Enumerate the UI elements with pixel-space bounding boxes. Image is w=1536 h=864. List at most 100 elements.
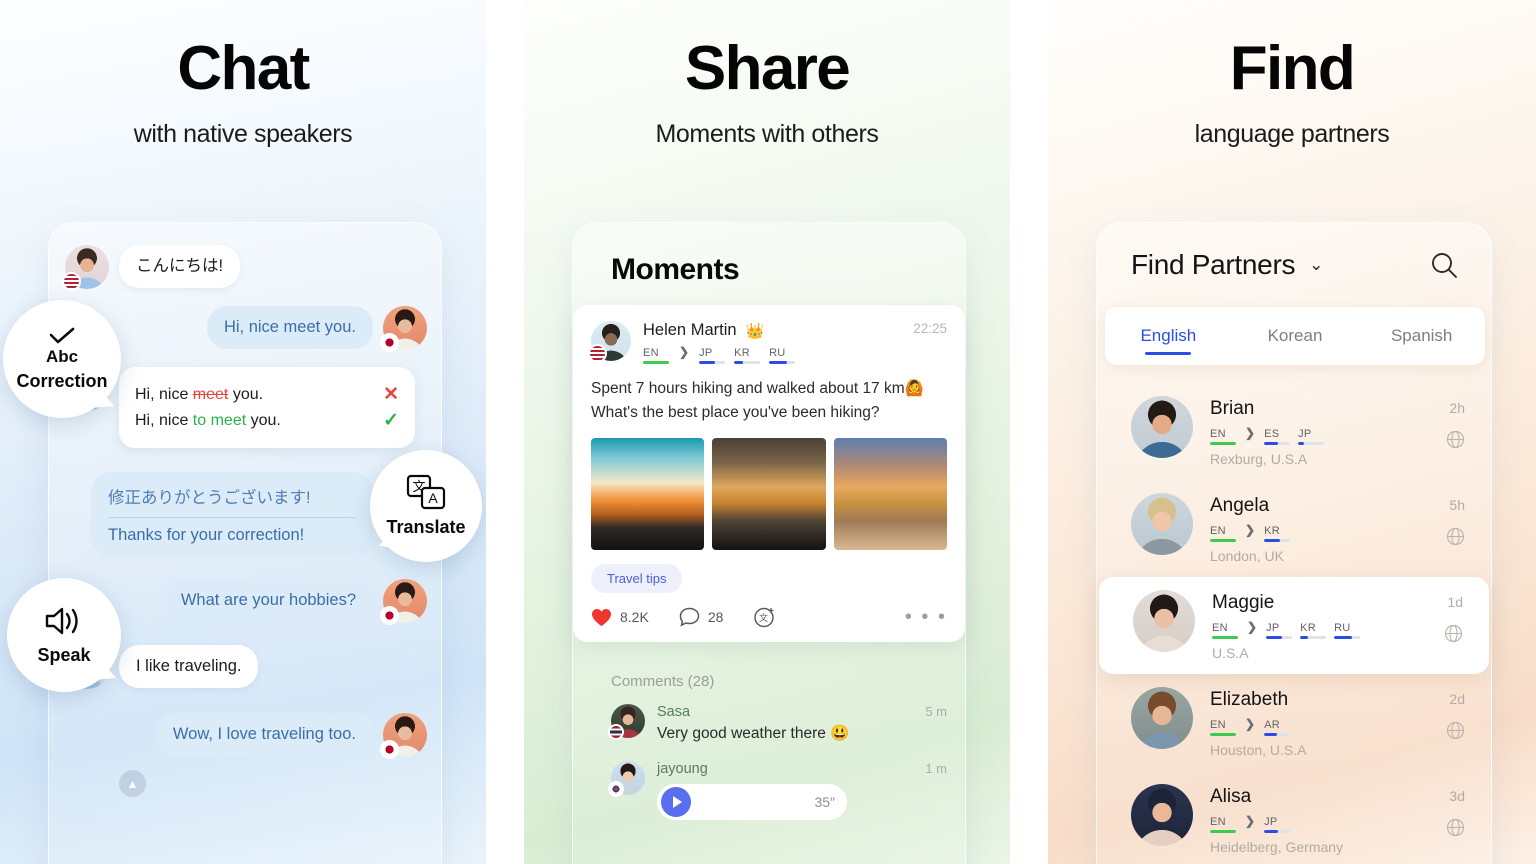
feature-badge-speak[interactable]: Speak: [7, 578, 121, 692]
avatar[interactable]: [588, 321, 631, 363]
chat-header: Chat with native speakers: [0, 0, 486, 149]
avatar[interactable]: [1131, 687, 1193, 749]
partner-row[interactable]: Alisa EN ❯ JP Heidelberg, Germany 3d: [1097, 771, 1491, 864]
avatar[interactable]: [380, 713, 427, 759]
comment-body: Sasa Very good weather there 😃: [657, 704, 925, 743]
learning-language: JP: [699, 346, 726, 364]
avatar[interactable]: [380, 579, 427, 625]
comment-count: 28: [707, 609, 724, 626]
chat-message-row: I like traveling.: [62, 645, 427, 691]
chat-bubble[interactable]: こんにちは!: [119, 245, 241, 288]
comment-item: Sasa Very good weather there 😃 5 m: [577, 704, 961, 743]
heart-icon: [592, 608, 611, 626]
avatar[interactable]: [608, 704, 645, 740]
avatar[interactable]: [1133, 590, 1195, 652]
find-title: Find: [1229, 34, 1356, 103]
level-bar: [1264, 732, 1291, 736]
avatar[interactable]: [1131, 784, 1193, 846]
level-bar: [1210, 538, 1236, 542]
language-code: RU: [769, 346, 786, 359]
feature-badge-translate[interactable]: 文 A Translate: [370, 450, 482, 562]
chevron-down-icon[interactable]: ⌄: [1309, 255, 1323, 275]
avatar[interactable]: [608, 761, 645, 797]
level-bar: [1210, 732, 1236, 736]
partner-row[interactable]: Elizabeth EN ❯ AR Houston, U.S.A 2d: [1097, 674, 1491, 771]
screenshot-root: Chat with native speakers こんにちは! Hi, nic…: [0, 0, 1536, 864]
share-title: Share: [684, 34, 851, 103]
globe-icon[interactable]: [1446, 430, 1465, 449]
chat-bubble[interactable]: Wow, I love traveling too.: [155, 713, 373, 756]
post-actions: 8.2K 28 文 • • •: [591, 606, 947, 628]
correction-wrong-word: meet: [192, 385, 229, 403]
post-tag[interactable]: Travel tips: [591, 564, 683, 594]
partner-name: Angela: [1210, 495, 1270, 516]
tab-english[interactable]: English: [1105, 307, 1232, 365]
partner-side: 5h: [1446, 493, 1465, 546]
partner-time: 1d: [1447, 594, 1463, 610]
partner-row-selected[interactable]: Maggie EN ❯ JP KR RU U.S.A 1d: [1099, 577, 1489, 674]
collapse-toggle[interactable]: ▲: [119, 770, 146, 797]
avatar[interactable]: [1131, 493, 1193, 555]
language-code: AR: [1264, 718, 1280, 731]
divider: [108, 517, 356, 518]
like-action[interactable]: 8.2K: [591, 608, 649, 627]
avatar[interactable]: [1131, 396, 1193, 458]
arrow-icon: ❯: [679, 345, 690, 359]
correction-card[interactable]: Hi, nice meet you. ✕ Hi, nice to meet yo…: [119, 367, 415, 448]
find-partners-title[interactable]: Find Partners: [1131, 249, 1295, 281]
avatar[interactable]: [380, 306, 427, 352]
globe-icon[interactable]: [1446, 527, 1465, 546]
level-bar: [1264, 538, 1291, 542]
chat-subtitle: with native speakers: [133, 120, 353, 148]
post-photo[interactable]: [591, 438, 705, 551]
comment-author[interactable]: jayoung: [657, 761, 925, 777]
language-code: JP: [699, 346, 713, 359]
comment-action[interactable]: 28: [679, 607, 724, 627]
correction-wrong-line: Hi, nice meet you. ✕: [135, 383, 399, 406]
play-button-icon[interactable]: [661, 787, 691, 817]
language-code: JP: [1298, 427, 1312, 440]
flag-jp-icon: [380, 606, 399, 625]
partner-location: U.S.A: [1212, 645, 1249, 661]
comments-header: Comments (28): [611, 673, 715, 690]
partner-languages: EN ❯ KR: [1210, 523, 1446, 542]
tab-spanish[interactable]: Spanish: [1358, 307, 1485, 365]
partner-side: 2d: [1446, 687, 1465, 740]
chat-bubble[interactable]: What are your hobbies?: [163, 579, 373, 622]
comment-icon: [679, 607, 700, 627]
partner-side: 2h: [1446, 396, 1465, 449]
globe-icon[interactable]: [1444, 624, 1463, 643]
moment-post-card[interactable]: Helen Martin 👑 EN ❯ JP KR RU 22:25 Spent…: [573, 305, 965, 643]
avatar[interactable]: [62, 245, 109, 291]
panel-chat: Chat with native speakers こんにちは! Hi, nic…: [0, 0, 486, 864]
voice-message[interactable]: 35″: [657, 784, 847, 820]
post-photo[interactable]: [712, 438, 826, 551]
level-bar: [699, 360, 726, 364]
globe-icon[interactable]: [1446, 721, 1465, 740]
post-author-row: Helen Martin 👑: [643, 321, 913, 340]
chat-title: Chat: [177, 34, 310, 103]
feature-badge-correction[interactable]: Abc Correction: [3, 300, 121, 418]
badge-label: Correction: [16, 371, 108, 391]
post-timestamp: 22:25: [913, 321, 947, 336]
translated-bubble[interactable]: 修正ありがとうございます! Thanks for your correction…: [91, 472, 373, 557]
level-bar: [769, 360, 796, 364]
globe-icon[interactable]: [1446, 818, 1465, 837]
ellipsis-icon[interactable]: • • •: [905, 607, 947, 627]
chat-bubble[interactable]: I like traveling.: [119, 645, 259, 688]
language-code: EN: [1210, 718, 1226, 731]
partner-languages: EN ❯ JP: [1210, 814, 1446, 833]
translate-action[interactable]: 文: [753, 606, 775, 628]
post-photo[interactable]: [833, 438, 947, 551]
language-code: KR: [1300, 621, 1316, 634]
chat-bubble[interactable]: Hi, nice meet you.: [206, 306, 373, 349]
tab-korean[interactable]: Korean: [1232, 307, 1359, 365]
partner-row[interactable]: Angela EN ❯ KR London, UK 5h: [1097, 480, 1491, 577]
search-icon[interactable]: [1429, 250, 1459, 280]
share-subtitle: Moments with others: [655, 120, 879, 148]
partner-row[interactable]: Brian EN ❯ ES JP Rexburg, U.S.A 2h: [1097, 383, 1491, 480]
language-code: EN: [1210, 524, 1226, 537]
level-bar: [1210, 441, 1236, 445]
badge-icon-text: Abc: [45, 347, 79, 366]
comment-author[interactable]: Sasa: [657, 704, 925, 720]
